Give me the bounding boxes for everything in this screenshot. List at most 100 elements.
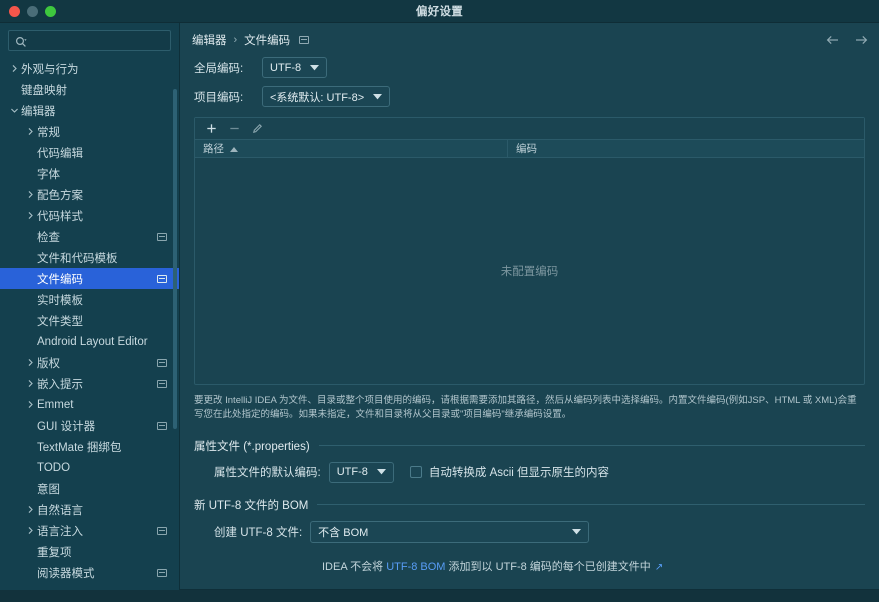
chevron-right-icon[interactable] (24, 378, 36, 390)
sidebar-item-label: 语言注入 (37, 525, 83, 538)
sidebar-item-24[interactable]: 阅读器模式 (0, 562, 179, 583)
sidebar-item-label: 配色方案 (37, 189, 83, 202)
chevron-down-icon (373, 93, 383, 100)
search-input[interactable] (31, 34, 173, 47)
column-header-encoding[interactable]: 编码 (508, 140, 864, 157)
sidebar-item-3[interactable]: 常规 (0, 121, 179, 142)
column-header-encoding-label: 编码 (516, 143, 537, 155)
breadcrumb-parent[interactable]: 编辑器 (192, 32, 227, 48)
search-box[interactable] (8, 30, 173, 51)
global-encoding-value: UTF-8 (270, 61, 302, 74)
sidebar-item-10[interactable]: 文件编码 (0, 268, 179, 289)
sidebar-item-9[interactable]: 文件和代码模板 (0, 247, 179, 268)
properties-encoding-value: UTF-8 (336, 466, 368, 479)
sidebar-item-11[interactable]: 实时模板 (0, 289, 179, 310)
nav-buttons (825, 32, 869, 48)
checkbox-box (409, 466, 422, 479)
sidebar-item-21[interactable]: 自然语言 (0, 499, 179, 520)
sidebar-item-label: 常规 (37, 126, 60, 139)
chevron-right-icon[interactable] (24, 126, 36, 138)
settings-sidebar: 外观与行为键盘映射 编辑器常规代码编辑字体配色方案代码样式检查 文件和代码模板文件编… (0, 23, 180, 602)
bom-create-label: 创建 UTF-8 文件: (214, 526, 303, 539)
section-divider (317, 504, 865, 506)
sidebar-item-0[interactable]: 外观与行为 (0, 58, 179, 79)
sidebar-item-17[interactable]: GUI 设计器 (0, 415, 179, 436)
sidebar-item-label: 代码编辑 (37, 147, 83, 160)
settings-content: 全局编码: UTF-8 项目编码: <系统默认: UTF-8> 路径 编码 未配… (180, 53, 879, 602)
chevron-right-icon[interactable] (24, 357, 36, 369)
bom-create-value: 不含 BOM (318, 526, 369, 539)
sidebar-item-19[interactable]: TODO (0, 457, 179, 478)
sidebar-item-label: Emmet (37, 398, 74, 411)
chevron-right-icon[interactable] (8, 63, 20, 75)
sidebar-item-5[interactable]: 字体 (0, 163, 179, 184)
chevron-right-icon[interactable] (24, 525, 36, 537)
chevron-down-icon[interactable] (8, 105, 20, 117)
sidebar-item-22[interactable]: 语言注入 (0, 520, 179, 541)
table-toolbar (195, 118, 864, 140)
sidebar-item-23[interactable]: 重复项 (0, 541, 179, 562)
properties-encoding-label: 属性文件的默认编码: (214, 467, 321, 480)
chevron-down-icon (310, 64, 320, 71)
project-scope-icon (157, 358, 167, 367)
bom-note-link[interactable]: UTF-8 BOM (386, 561, 445, 573)
sidebar-item-label: 外观与行为 (21, 63, 79, 76)
sidebar-item-6[interactable]: 配色方案 (0, 184, 179, 205)
sidebar-item-14[interactable]: 版权 (0, 352, 179, 373)
arrow-right-icon[interactable] (853, 32, 869, 48)
sidebar-item-15[interactable]: 嵌入提示 (0, 373, 179, 394)
sidebar-item-4[interactable]: 代码编辑 (0, 142, 179, 163)
sidebar-item-label: 代码样式 (37, 210, 83, 223)
properties-section-title: 属性文件 (*.properties) (194, 440, 310, 453)
project-encoding-select[interactable]: <系统默认: UTF-8> (262, 86, 391, 107)
sidebar-item-16[interactable]: Emmet (0, 394, 179, 415)
transparent-ascii-checkbox[interactable]: 自动转换成 Ascii 但显示原生的内容 (409, 464, 609, 480)
arrow-left-icon[interactable] (825, 32, 841, 48)
chevron-right-icon[interactable] (24, 189, 36, 201)
project-scope-icon (157, 568, 167, 577)
properties-encoding-select[interactable]: UTF-8 (328, 461, 394, 483)
column-header-path[interactable]: 路径 (195, 140, 508, 157)
sidebar-item-1[interactable]: 键盘映射 (0, 79, 179, 100)
sidebar-item-20[interactable]: 意图 (0, 478, 179, 499)
bom-note-prefix: IDEA 不会将 (322, 560, 387, 573)
chevron-right-icon[interactable] (24, 504, 36, 516)
sidebar-item-8[interactable]: 检查 (0, 226, 179, 247)
sidebar-item-label: 文件类型 (37, 315, 83, 328)
external-link-icon[interactable]: ↗ (655, 562, 663, 573)
sidebar-item-2[interactable]: 编辑器 (0, 100, 179, 121)
chevron-down-icon (376, 469, 386, 475)
table-header: 路径 编码 (195, 140, 864, 158)
title-bar: 偏好设置 (0, 0, 879, 23)
sidebar-item-18[interactable]: TextMate 捆绑包 (0, 436, 179, 457)
edit-pencil-icon[interactable] (247, 120, 267, 138)
bom-create-select[interactable]: 不含 BOM (310, 520, 590, 543)
sidebar-item-label: TextMate 捆绑包 (37, 441, 122, 454)
chevron-right-icon[interactable] (24, 399, 36, 411)
sidebar-item-7[interactable]: 代码样式 (0, 205, 179, 226)
add-button[interactable] (201, 120, 221, 138)
sidebar-item-13[interactable]: Android Layout Editor (0, 331, 179, 352)
sidebar-item-12[interactable]: 文件类型 (0, 310, 179, 331)
sidebar-item-label: 意图 (37, 483, 60, 496)
table-empty-state: 未配置编码 (195, 158, 864, 384)
global-encoding-select[interactable]: UTF-8 (262, 57, 328, 78)
sidebar-item-label: 文件编码 (37, 273, 83, 286)
sidebar-item-label: 阅读器模式 (37, 567, 95, 580)
window-body: 外观与行为 键盘映射 编辑器 常规 代码编辑 字体 配色方案 代码样式 检查 文件和代码模板 文件编… (0, 23, 879, 602)
settings-tree[interactable]: 外观与行为键盘映射 编辑器常规代码编辑字体配色方案代码样式检查 文件和代码模板文件编… (0, 57, 179, 602)
remove-button[interactable] (224, 120, 244, 138)
chevron-right-icon[interactable] (24, 210, 36, 222)
settings-main-panel: 编辑器 › 文件编码 全局编码: UTF-8 项目编码: <系统默认: UTF-… (180, 23, 879, 602)
bom-note: IDEA 不会将 UTF-8 BOM 添加到以 UTF-8 编码的每个已创建文件… (194, 558, 865, 574)
sidebar-scrollbar[interactable] (173, 89, 177, 429)
